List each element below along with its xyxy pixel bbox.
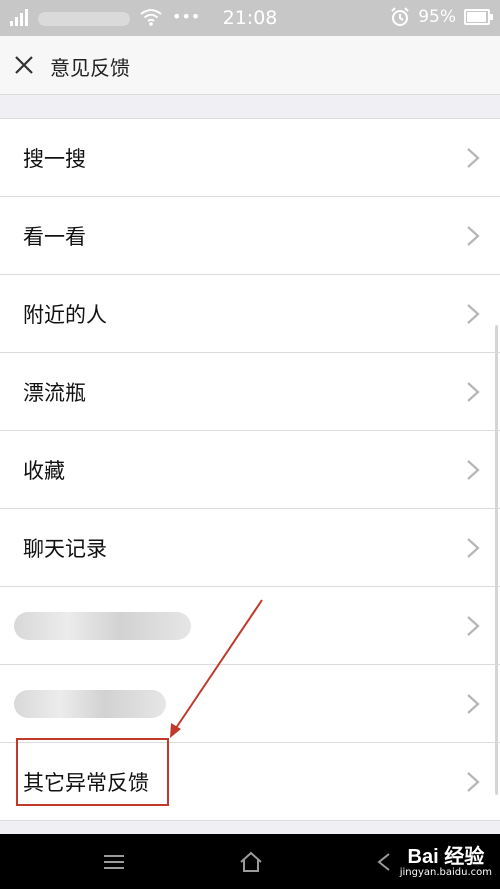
home-icon[interactable] [237,848,265,876]
annotation-arrow [170,599,263,738]
back-icon[interactable] [373,848,401,876]
baidu-jingyan-watermark: Bai 经验 jingyan.baidu.com [400,840,492,878]
navigation-bar: Bai 经验 jingyan.baidu.com [0,834,500,889]
watermark-logo-text: Bai 经验 [407,846,485,868]
menu-icon[interactable] [100,848,128,876]
watermark-url: jingyan.baidu.com [399,867,492,878]
